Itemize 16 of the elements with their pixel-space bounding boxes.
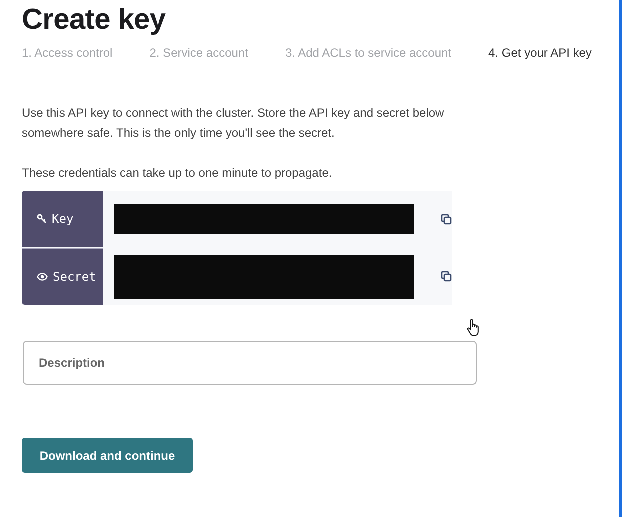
download-and-continue-button[interactable]: Download and continue	[22, 438, 193, 473]
copy-icon[interactable]	[441, 214, 452, 224]
eye-icon	[37, 273, 48, 281]
credential-label: Key	[52, 212, 74, 226]
description-field[interactable]: Description	[23, 341, 477, 385]
step-label[interactable]: 4. Get your API key	[488, 46, 592, 60]
page-title: Create key	[22, 4, 167, 37]
step-label[interactable]: 1. Access control	[22, 46, 113, 60]
intro-text: Use this API key to connect with the cluster. Store the API key and secret below somewhere safe. This is the only time you'll see the secret.	[22, 105, 446, 142]
hand-cursor-icon	[467, 319, 481, 337]
step-label[interactable]: 2. Service account	[150, 46, 248, 60]
step-label[interactable]: 3. Add ACLs to service account	[285, 46, 452, 60]
note-text: These credentials can take up to one minute to propagate.	[22, 166, 334, 180]
credential-label: Secret	[53, 270, 96, 284]
key-icon	[37, 214, 47, 224]
copy-icon[interactable]	[441, 271, 452, 282]
